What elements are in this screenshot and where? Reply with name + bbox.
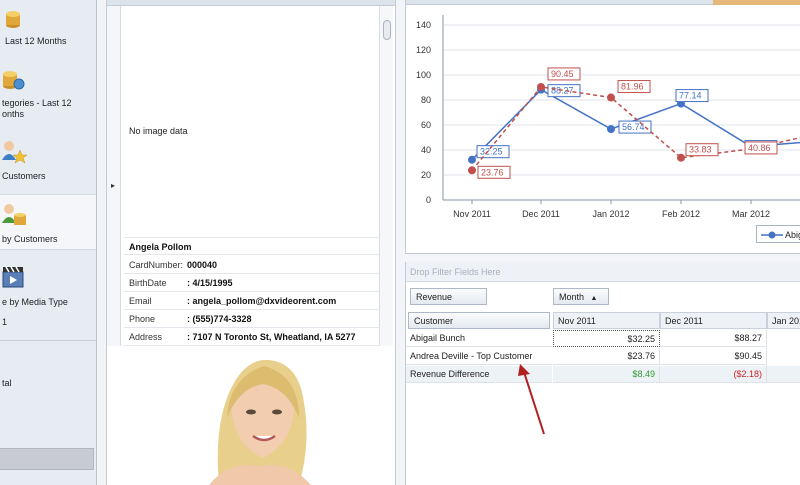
x-tick-label: Nov 2011	[453, 209, 491, 219]
nav-item-revenue-by-customers[interactable]: by Customers	[0, 194, 96, 250]
coins-icon	[0, 6, 26, 30]
nav-item-revenue-by-media-type[interactable]: e by Media Type 1	[0, 260, 96, 330]
legend-marker-icon	[761, 231, 783, 239]
field-value: : angela_pollom@dxvideorent.com	[187, 296, 337, 306]
customer-card-panel: ▸ No image data Angela Pollom CardNumber…	[106, 0, 396, 485]
birthdate-row: BirthDate : 4/15/1995	[124, 274, 380, 292]
x-tick-label: Jan 2012	[592, 209, 629, 219]
card-number-row: CardNumber: 000040	[124, 256, 380, 274]
y-tick-label: 40	[421, 145, 431, 155]
y-tick-label: 20	[421, 170, 431, 180]
field-label: Phone	[129, 314, 156, 324]
nav-item-label: onths	[2, 109, 25, 119]
field-value: : 7107 N Toronto St, Wheatland, IA 5277	[187, 332, 356, 342]
data-point	[537, 82, 545, 91]
data-cell[interactable]: $32.25	[553, 330, 660, 347]
field-label: BirthDate	[129, 278, 167, 288]
data-label: 40.86	[748, 143, 771, 153]
field-value: : (555)774-3328	[187, 314, 252, 324]
column-header[interactable]: Nov 2011	[553, 312, 660, 329]
nav-pane-collapse-bar[interactable]	[0, 448, 94, 470]
customer-photo	[159, 348, 347, 485]
data-field-revenue[interactable]: Revenue	[410, 288, 487, 305]
chart-legend: Abiga	[756, 225, 800, 243]
y-tick-label: 140	[416, 20, 431, 30]
row-field-customer[interactable]: Customer	[408, 312, 550, 329]
y-tick-label: 60	[421, 120, 431, 130]
sort-ascending-icon: ▲	[590, 295, 598, 302]
data-point	[468, 155, 476, 164]
nav-group-label: tal	[2, 378, 12, 388]
scrollbar-thumb[interactable]	[383, 20, 391, 40]
phone-row: Phone : (555)774-3328	[124, 310, 380, 328]
data-label: 81.96	[621, 82, 644, 92]
data-cell[interactable]: $90.45	[660, 348, 767, 365]
row-header[interactable]: Abigail Bunch	[406, 330, 552, 347]
x-tick-label: Mar 2012	[732, 209, 770, 219]
legend-entry: Abiga	[785, 230, 800, 240]
y-tick-label: 0	[426, 195, 431, 205]
data-point	[468, 166, 476, 175]
navigation-pane: Last 12 Months tegories - Last 12 onths …	[0, 0, 97, 485]
customer-star-icon	[0, 138, 28, 164]
column-header[interactable]: Jan 201	[767, 312, 800, 329]
data-label: 90.45	[551, 69, 574, 79]
revenue-chart-panel: 0 20 40 60 80 100 120 140 Nov 2011 Dec 2011 Jan 20…	[405, 0, 800, 254]
x-tick-label: Dec 2011	[522, 209, 560, 219]
data-label: 77.14	[679, 91, 702, 101]
y-tick-label: 80	[421, 95, 431, 105]
data-label: 33.83	[689, 145, 712, 155]
no-image-placeholder: No image data	[129, 126, 188, 136]
difference-cell[interactable]: $8.49	[553, 366, 660, 383]
customer-money-icon	[0, 201, 26, 225]
nav-item-label: Last 12 Months	[5, 36, 67, 46]
pivot-grid: Drop Filter Fields Here Revenue Month ▲ …	[405, 262, 800, 485]
data-cell[interactable]: $23.76	[553, 348, 660, 365]
data-cell[interactable]: $88.27	[660, 330, 767, 347]
expand-arrow-icon: ▸	[111, 181, 116, 190]
column-header[interactable]: Dec 2011	[660, 312, 767, 329]
field-label: Address	[129, 332, 163, 342]
nav-item-label: e by Media Type	[2, 297, 68, 307]
data-point	[677, 153, 685, 162]
difference-cell[interactable]: ($2.18)	[660, 366, 767, 383]
nav-item-revenue-last-12-months[interactable]: Last 12 Months	[0, 0, 96, 56]
y-tick-label: 100	[416, 70, 431, 80]
media-clapper-icon	[0, 264, 26, 288]
nav-separator	[0, 340, 96, 341]
customer-name: Angela Pollom	[129, 242, 192, 252]
customer-name-row: Angela Pollom	[124, 237, 380, 255]
email-row: Email : angela_pollom@dxvideorent.com	[124, 292, 380, 310]
card-row-indicator[interactable]: ▸	[107, 6, 121, 346]
field-label: Month	[559, 292, 585, 302]
nav-item-label: tegories - Last 12	[2, 98, 72, 108]
difference-cell	[767, 366, 800, 383]
address-row: Address : 7107 N Toronto St, Wheatland, …	[124, 328, 380, 346]
vertical-scrollbar[interactable]	[379, 6, 393, 346]
column-field-month[interactable]: Month ▲	[553, 288, 609, 305]
nav-item-categories-last-12-months[interactable]: tegories - Last 12 onths	[0, 62, 96, 124]
nav-item-label: Customers	[2, 171, 46, 181]
line-chart: 0 20 40 60 80 100 120 140 Nov 2011 Dec 2011 Jan 20…	[416, 15, 800, 219]
nav-item-label: 1	[2, 317, 8, 327]
coins-globe-icon	[0, 66, 26, 90]
data-point	[607, 125, 615, 134]
field-value: : 4/15/1995	[187, 278, 233, 288]
panel-header-strip	[107, 0, 395, 6]
filter-drop-area[interactable]: Drop Filter Fields Here	[406, 262, 800, 282]
annotation-arrow	[518, 364, 545, 435]
x-tick-label: Feb 2012	[662, 209, 700, 219]
nav-item-label: by Customers	[2, 234, 58, 244]
filter-hint: Drop Filter Fields Here	[410, 267, 501, 277]
data-point	[607, 93, 615, 102]
field-label: Email	[129, 296, 152, 306]
y-tick-label: 120	[416, 45, 431, 55]
nav-item-top-customers[interactable]: Customers	[0, 134, 96, 190]
data-label: 23.76	[481, 167, 504, 177]
field-label: CardNumber:	[129, 260, 184, 270]
field-value: 000040	[187, 260, 218, 270]
